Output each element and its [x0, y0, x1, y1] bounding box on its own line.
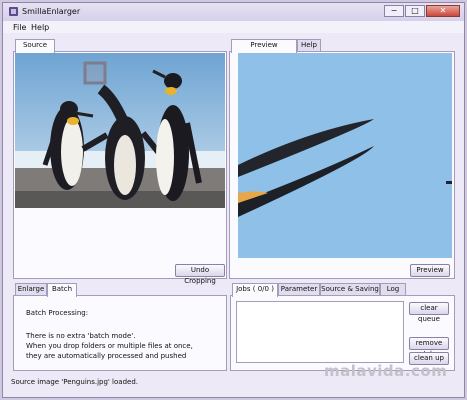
batch-line-3: they are automatically processed and pus…: [26, 352, 187, 360]
title-bar: SmillaEnlarger − □ ✕: [3, 3, 464, 21]
menu-file[interactable]: File: [13, 23, 26, 32]
tab-source[interactable]: Source: [15, 39, 55, 53]
remove-job-button[interactable]: remove Job: [409, 337, 449, 358]
menu-help[interactable]: Help: [31, 23, 49, 32]
watermark: malavida.com: [324, 362, 448, 380]
jobs-panel: clear queue remove Job clean up: [230, 295, 455, 371]
clear-queue-button[interactable]: clear queue: [409, 302, 449, 323]
undo-cropping-button[interactable]: Undo Cropping: [175, 264, 225, 285]
batch-panel: Batch Processing: There is no extra 'bat…: [13, 295, 227, 371]
app-window: SmillaEnlarger − □ ✕ File Help Source Un…: [2, 2, 465, 398]
job-queue-list[interactable]: [236, 301, 404, 363]
source-panel: Undo Cropping: [13, 51, 227, 285]
tab-jobs[interactable]: Jobs ( 0/0 ): [232, 283, 278, 297]
smilla-app-icon: [9, 7, 18, 16]
tab-batch[interactable]: Batch: [47, 283, 77, 297]
window-controls: − □ ✕: [384, 5, 460, 17]
tab-preview[interactable]: Preview: [231, 39, 297, 53]
minimize-icon[interactable]: −: [384, 5, 404, 17]
batch-heading: Batch Processing:: [26, 309, 89, 317]
status-bar: Source image 'Penguins.jpg' loaded.: [11, 378, 138, 386]
window-title: SmillaEnlarger: [22, 7, 81, 16]
batch-line-2: When you drop folders or multiple files …: [26, 342, 193, 350]
preview-image: [238, 53, 452, 258]
maximize-icon[interactable]: □: [405, 5, 425, 17]
preview-button[interactable]: Preview: [410, 264, 450, 277]
penguins-image: [15, 53, 225, 208]
menu-bar: File Help: [3, 21, 464, 33]
preview-zoom-image: [238, 53, 452, 258]
batch-line-1: There is no extra 'batch mode'.: [26, 332, 136, 340]
preview-panel: Preview: [229, 51, 455, 279]
close-icon[interactable]: ✕: [426, 5, 460, 17]
source-image[interactable]: [15, 53, 225, 208]
